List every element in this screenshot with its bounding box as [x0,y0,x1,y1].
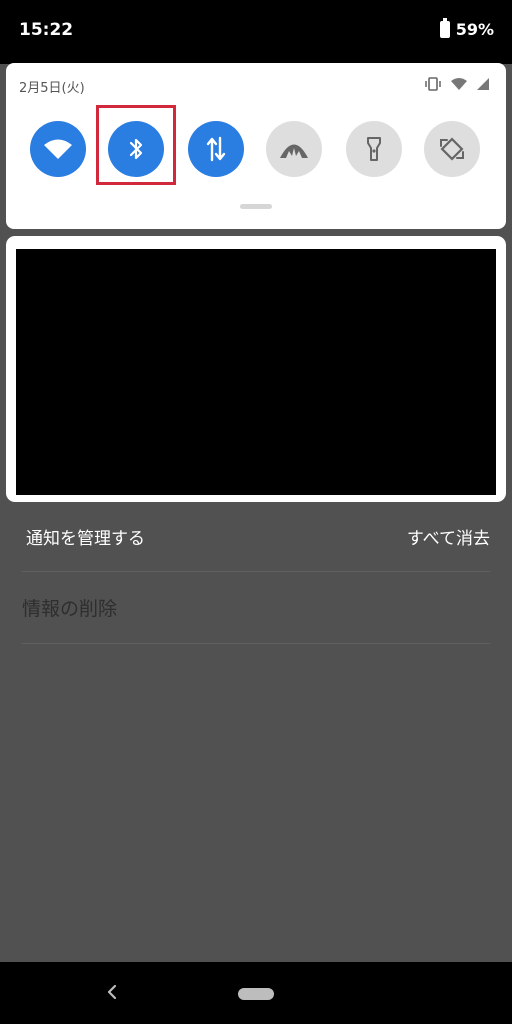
notification-footer: 通知を管理する すべて消去 [0,514,512,558]
mobile-data-tile[interactable] [188,121,244,177]
hotspot-icon [280,144,308,158]
divider [22,643,490,644]
auto-rotate-tile[interactable] [424,121,480,177]
status-right: 59% [439,18,494,39]
navigation-bar [0,962,512,1024]
qs-date: 2月5日(火) [19,81,85,96]
cell-signal-icon [477,78,489,90]
rotate-icon [440,137,464,161]
data-arrows-icon [206,136,226,162]
quick-settings-panel: 2月5日(火) [6,63,506,229]
home-pill-button[interactable] [238,988,274,1000]
status-bar: 15:22 59% [0,0,512,64]
wifi-signal-icon [451,78,467,90]
back-icon[interactable] [102,982,122,1002]
wifi-tile[interactable] [30,121,86,177]
qs-drag-handle[interactable] [240,204,272,209]
clear-all-button[interactable]: すべて消去 [407,524,490,549]
battery-icon [439,18,450,38]
flashlight-tile[interactable] [346,121,402,177]
bluetooth-highlight [96,105,176,185]
flashlight-icon [367,137,381,161]
wifi-icon [44,139,72,159]
manage-notifications-button[interactable]: 通知を管理する [26,524,145,549]
vibrate-icon [425,77,441,91]
notification-image [16,249,496,495]
qs-status-icons [424,77,490,91]
status-time: 15:22 [19,20,74,40]
hotspot-tile[interactable] [266,121,322,177]
divider [22,571,490,572]
notification-card[interactable] [6,236,506,502]
delete-info-item[interactable]: 情報の削除 [22,594,117,621]
phone-screen: 情報の削除 15:22 59% 2月5日(火) 通知を管理する すべて消去 [0,0,512,1024]
battery-percent: 59% [455,20,494,39]
